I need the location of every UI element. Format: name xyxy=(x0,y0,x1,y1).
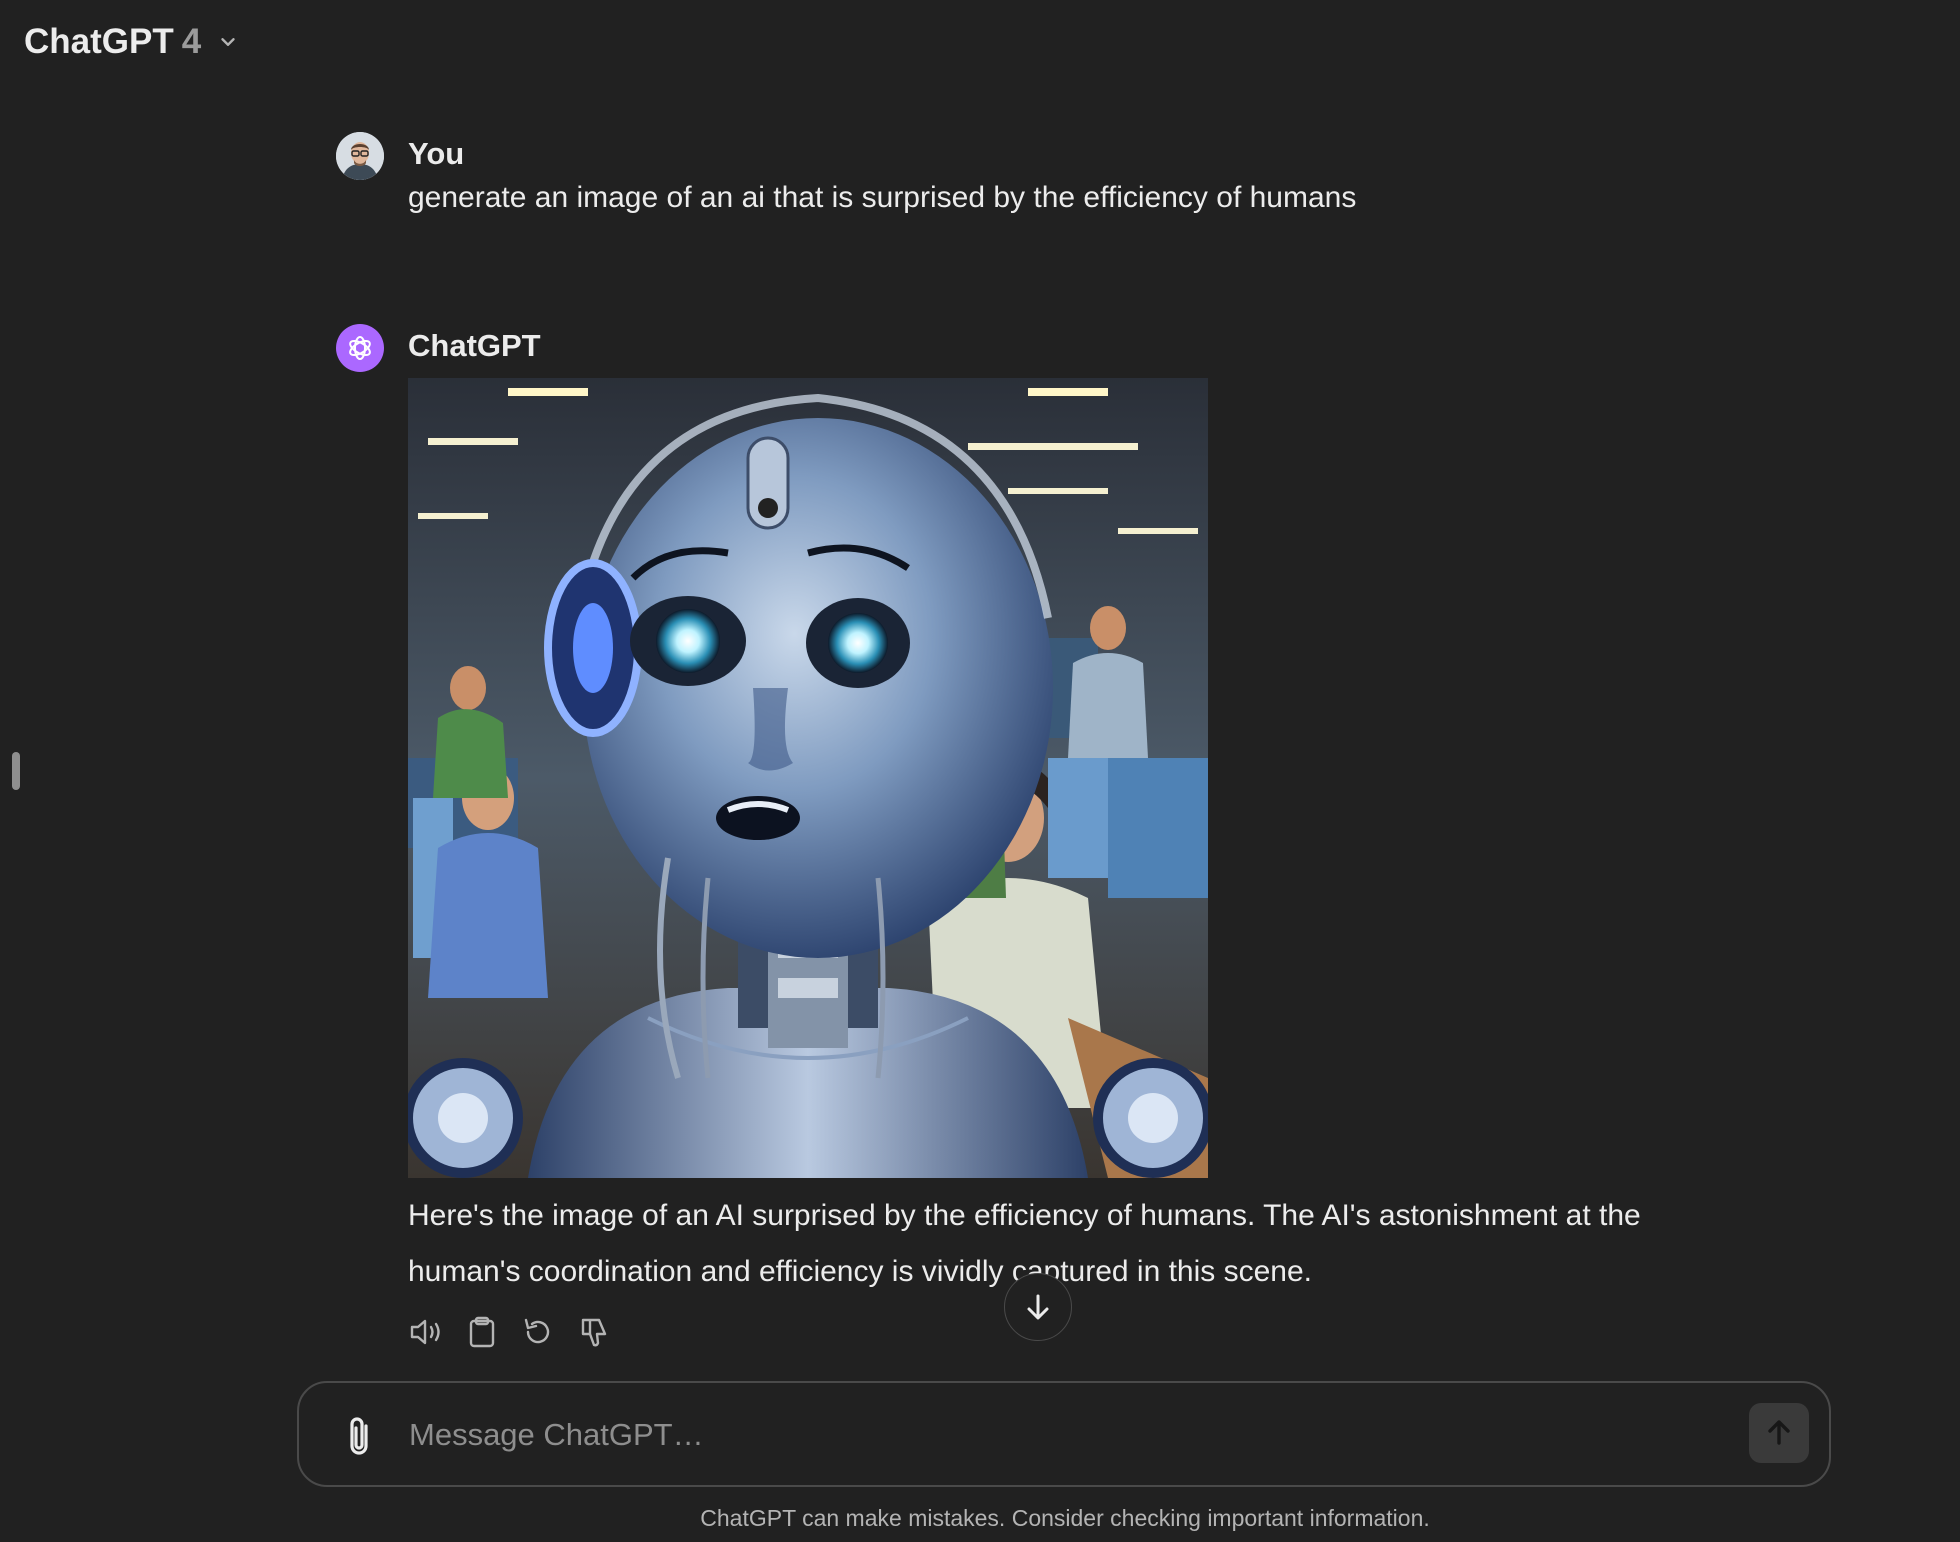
message-input[interactable] xyxy=(407,1403,1711,1467)
user-message-text: generate an image of an ai that is surpr… xyxy=(408,181,1357,214)
generated-image[interactable] xyxy=(408,378,1208,1178)
openai-logo-icon xyxy=(336,324,384,372)
sidebar-toggle-handle[interactable] xyxy=(12,752,20,790)
chevron-down-icon xyxy=(217,31,239,53)
model-version: 4 xyxy=(181,22,202,61)
model-selector[interactable]: ChatGPT 4 xyxy=(24,22,239,62)
clipboard-icon[interactable] xyxy=(464,1314,500,1350)
paperclip-icon[interactable] xyxy=(339,1413,379,1459)
user-avatar xyxy=(336,132,384,180)
message-composer xyxy=(297,1381,1831,1487)
assistant-author-name: ChatGPT xyxy=(408,328,541,363)
send-button[interactable] xyxy=(1749,1403,1809,1463)
speaker-icon[interactable] xyxy=(408,1314,444,1350)
arrow-down-icon xyxy=(1027,1294,1049,1320)
assistant-message-text: Here's the image of an AI surprised by t… xyxy=(408,1199,1641,1288)
scroll-to-bottom-button[interactable] xyxy=(1004,1273,1072,1341)
thumbs-down-icon[interactable] xyxy=(576,1314,612,1350)
user-author-name: You xyxy=(408,136,465,171)
arrow-up-icon xyxy=(1768,1420,1790,1445)
disclaimer-text: ChatGPT can make mistakes. Consider chec… xyxy=(700,1505,1430,1531)
message-actions xyxy=(408,1314,612,1350)
model-name: ChatGPT xyxy=(24,22,174,61)
chat-app: ChatGPT 4 You generate an image of an ai… xyxy=(0,0,1960,1542)
regenerate-icon[interactable] xyxy=(520,1314,556,1350)
